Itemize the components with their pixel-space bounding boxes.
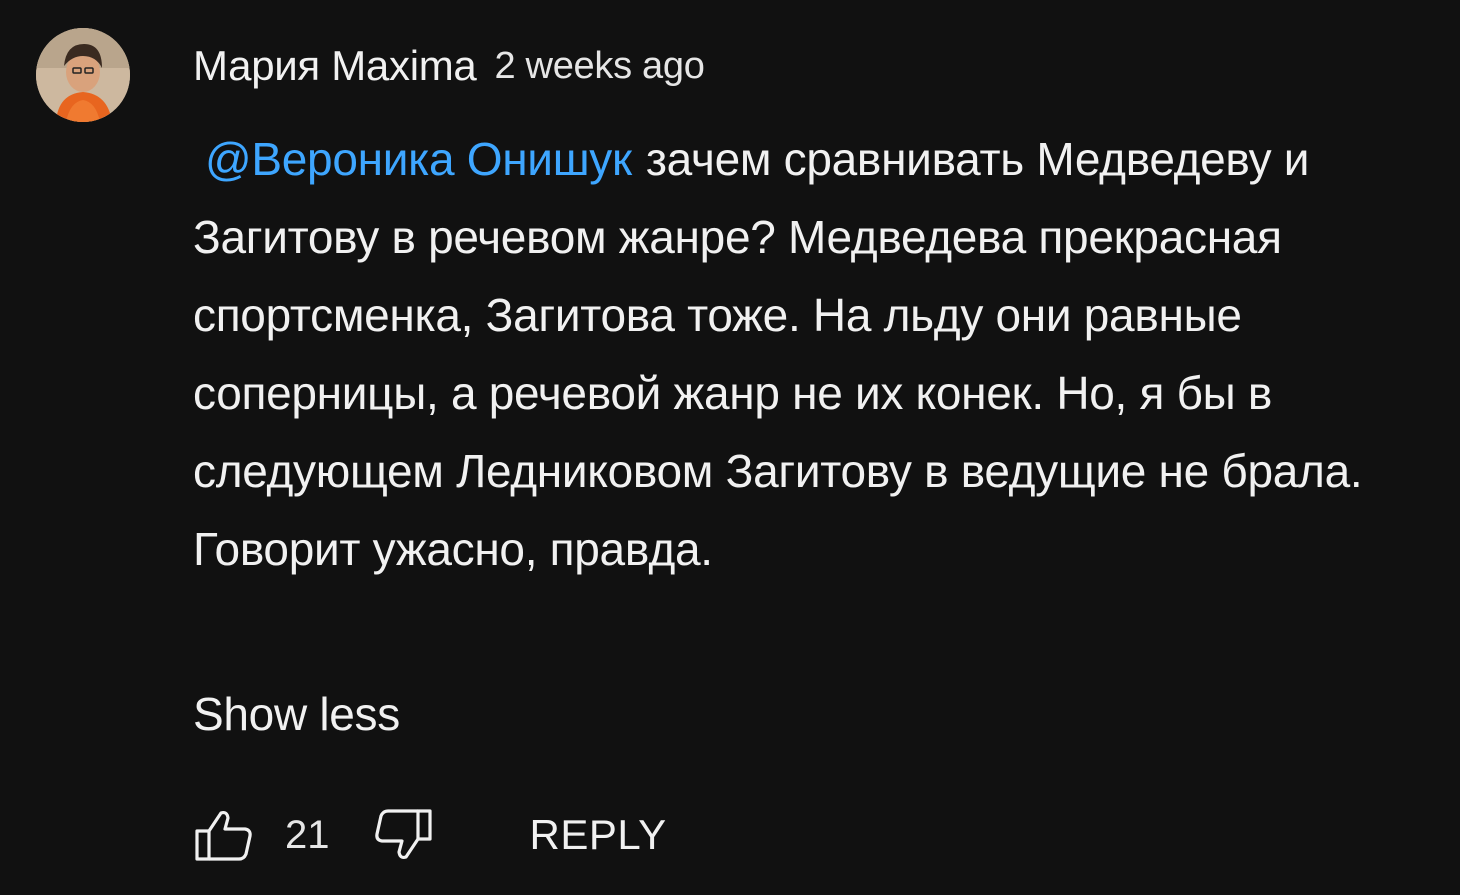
comment-body: @Вероника Онишук зачем сравнивать Медведе…: [193, 120, 1433, 588]
thumbs-up-icon: [195, 810, 252, 861]
avatar-image: [36, 28, 130, 122]
mention-link[interactable]: @Вероника Онишук: [205, 133, 632, 185]
comment-header: Мария Maxima 2 weeks ago: [193, 38, 705, 94]
avatar[interactable]: [36, 28, 130, 122]
like-button[interactable]: [193, 804, 255, 866]
thumbs-down-icon: [374, 809, 432, 860]
comment-timestamp[interactable]: 2 weeks ago: [494, 45, 704, 88]
reply-button[interactable]: REPLY: [530, 811, 667, 859]
comment-text: зачем сравнивать Медведеву и Загитову в …: [193, 133, 1363, 575]
like-count: 21: [285, 812, 330, 857]
show-less-button[interactable]: Show less: [193, 684, 400, 744]
comment-actions: 21 REPLY: [193, 800, 667, 870]
author-name[interactable]: Мария Maxima: [193, 42, 477, 90]
dislike-button[interactable]: [372, 804, 434, 866]
